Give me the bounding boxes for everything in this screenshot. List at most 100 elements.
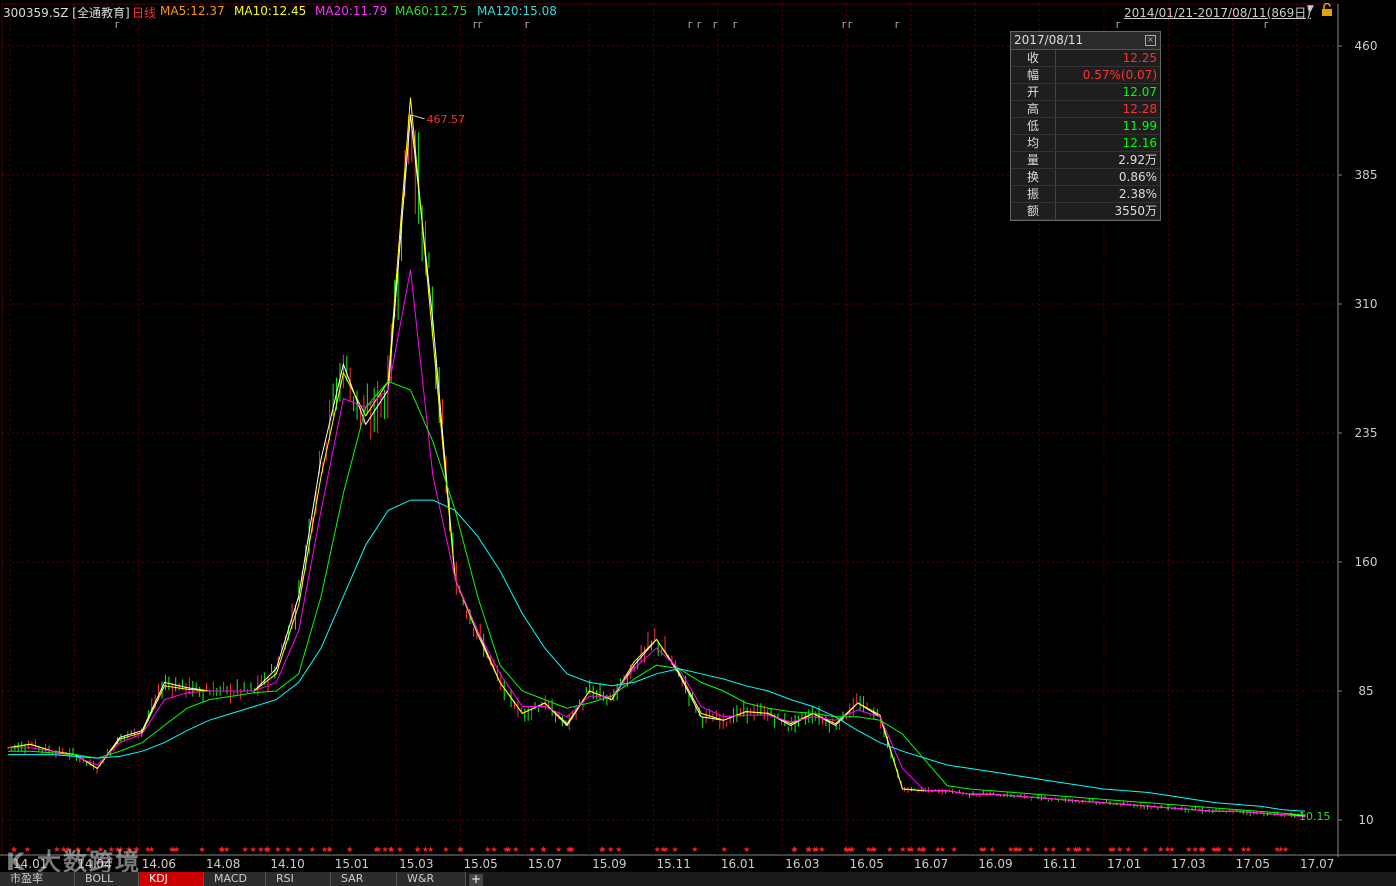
signal-star: ★ <box>886 845 893 854</box>
signal-star: ★ <box>274 845 281 854</box>
signal-star: ★ <box>1050 845 1057 854</box>
info-row: 均 12.16 <box>1011 135 1160 152</box>
y-tick-label: 385 <box>1355 168 1378 182</box>
y-tick-label: 10 <box>1358 813 1373 827</box>
info-row: 低 11.99 <box>1011 118 1160 135</box>
signal-star: ★ <box>422 845 429 854</box>
info-row: 振 2.38% <box>1011 186 1160 203</box>
signal-star: ★ <box>388 845 395 854</box>
event-flag-icon: Γ <box>688 21 693 30</box>
tab-kdj[interactable]: KDJ <box>139 872 204 886</box>
info-value: 12.28 <box>1122 102 1157 116</box>
info-panel: 2017/08/11 × 收 12.25 幅 0.57%(0.07) 开 12.07 高 12… <box>1010 31 1161 221</box>
signal-star: ★ <box>1084 845 1091 854</box>
signal-star: ★ <box>555 845 562 854</box>
tab-boll[interactable]: BOLL <box>75 872 139 886</box>
info-label: 量 <box>1011 152 1056 168</box>
signal-star: ★ <box>848 845 855 854</box>
signal-star: ★ <box>1107 845 1114 854</box>
x-tick-label: 16.07 <box>914 857 948 871</box>
close-icon[interactable]: × <box>1145 35 1156 46</box>
signal-star: ★ <box>250 845 257 854</box>
y-tick-label: 460 <box>1355 39 1378 53</box>
info-label: 振 <box>1011 186 1056 202</box>
y-tick-label: 160 <box>1355 555 1378 569</box>
y-tick-label: 310 <box>1355 297 1378 311</box>
signal-star: ★ <box>540 845 547 854</box>
event-flag-icon: Γ <box>848 21 853 30</box>
signal-star: ★ <box>615 845 622 854</box>
info-value: 12.07 <box>1122 85 1157 99</box>
info-value: 12.16 <box>1122 136 1157 150</box>
tab-macd[interactable]: MACD <box>204 872 266 886</box>
signal-star: ★ <box>1192 845 1199 854</box>
signal-star: ★ <box>721 845 728 854</box>
signal-star: ★ <box>1215 845 1222 854</box>
signal-star: ★ <box>1072 845 1079 854</box>
max-price-label: 467.57 <box>427 113 466 126</box>
signal-star: ★ <box>1227 845 1234 854</box>
signal-star: ★ <box>1013 845 1020 854</box>
info-date: 2017/08/11 <box>1014 33 1084 47</box>
lock-icon[interactable] <box>1321 3 1333 16</box>
signal-star: ★ <box>296 845 303 854</box>
signal-star: ★ <box>457 845 464 854</box>
info-row: 收 12.25 <box>1011 50 1160 67</box>
x-tick-label: 16.05 <box>850 857 884 871</box>
signal-star: ★ <box>309 845 316 854</box>
info-row: 高 12.28 <box>1011 101 1160 118</box>
info-label: 均 <box>1011 135 1056 151</box>
tab-sar[interactable]: SAR <box>331 872 397 886</box>
signal-star: ★ <box>490 845 497 854</box>
signal-star: ★ <box>346 845 353 854</box>
info-row: 额 3550万 <box>1011 203 1160 220</box>
tab-wr[interactable]: W&R <box>397 872 466 886</box>
signal-star: ★ <box>691 845 698 854</box>
tab-rsi[interactable]: RSI <box>266 872 331 886</box>
add-tab-button[interactable]: + <box>469 873 483 886</box>
x-tick-label: 16.09 <box>978 857 1012 871</box>
signal-star: ★ <box>598 845 605 854</box>
signal-star: ★ <box>326 845 333 854</box>
info-row: 换 0.86% <box>1011 169 1160 186</box>
info-row: 开 12.07 <box>1011 84 1160 101</box>
kline-chart[interactable]: 1085160235310385460 14.01 14.04 14.06 14.08… <box>0 0 1396 872</box>
date-range[interactable]: 2014/01/21-2017/08/11(869日) <box>1124 4 1311 21</box>
signal-star: ★ <box>981 845 988 854</box>
x-tick-label: 17.01 <box>1107 857 1141 871</box>
stock-title: 300359.SZ [全通教育] <box>3 6 130 20</box>
info-value: 11.99 <box>1122 119 1157 133</box>
x-tick-label: 15.09 <box>592 857 626 871</box>
signal-star: ★ <box>257 845 264 854</box>
signal-star: ★ <box>414 845 421 854</box>
signal-star: ★ <box>743 845 750 854</box>
x-tick-label: 17.03 <box>1171 857 1205 871</box>
signal-star: ★ <box>396 845 403 854</box>
event-flag-icon: Γ <box>713 21 718 30</box>
info-label: 换 <box>1011 169 1056 185</box>
info-panel-header: 2017/08/11 × <box>1011 32 1160 50</box>
tab-[interactable]: 市盈率 <box>0 872 75 886</box>
info-label: 幅 <box>1011 67 1056 83</box>
dropdown-icon[interactable]: ▼ <box>1307 4 1314 14</box>
period-label[interactable]: 日线 <box>132 4 156 21</box>
ma20-label: MA20:11.79 <box>315 4 388 18</box>
signal-star: ★ <box>505 845 512 854</box>
event-flag-icon: Γ <box>895 21 900 30</box>
signal-star: ★ <box>568 845 575 854</box>
event-flag-icon: Γ <box>697 21 702 30</box>
signal-star: ★ <box>219 845 226 854</box>
x-tick-label: 16.03 <box>785 857 819 871</box>
x-tick-label: 15.11 <box>657 857 691 871</box>
x-tick-label: 15.07 <box>528 857 562 871</box>
x-tick-label: 16.11 <box>1043 857 1077 871</box>
event-flag-icon: Γ <box>1264 21 1269 30</box>
event-flag-icon: Γ <box>478 21 483 30</box>
signal-star: ★ <box>1157 845 1164 854</box>
signal-star: ★ <box>1277 845 1284 854</box>
info-value: 2.92万 <box>1118 153 1157 167</box>
signal-star: ★ <box>529 845 536 854</box>
signal-star: ★ <box>1245 845 1252 854</box>
info-value: 0.57%(0.07) <box>1082 68 1157 82</box>
signal-star: ★ <box>818 845 825 854</box>
